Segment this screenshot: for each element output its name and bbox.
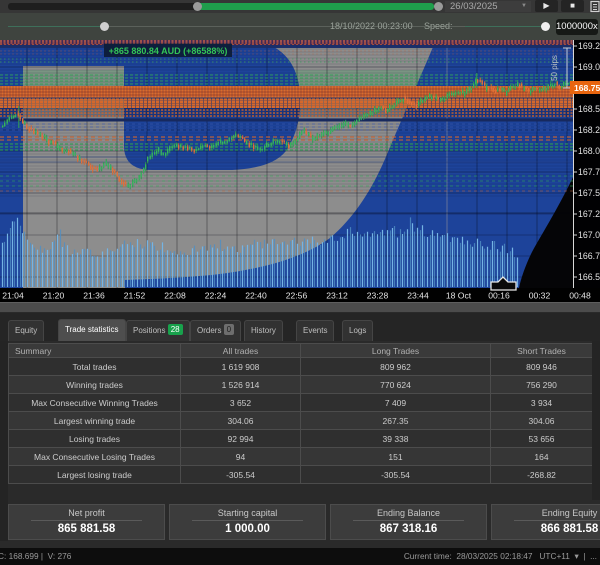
svg-text:00:32: 00:32 [529, 291, 551, 301]
svg-text:166.75: 166.75 [578, 251, 600, 261]
svg-text:167.25: 167.25 [578, 209, 600, 219]
svg-text:23:44: 23:44 [407, 291, 429, 301]
svg-text:21:04: 21:04 [2, 291, 24, 301]
svg-text:23:12: 23:12 [326, 291, 348, 301]
svg-text:166.50: 166.50 [578, 272, 600, 282]
svg-text:50 pips: 50 pips [550, 55, 559, 81]
svg-text:00:48: 00:48 [569, 291, 591, 301]
svg-text:21:36: 21:36 [83, 291, 105, 301]
svg-text:22:08: 22:08 [164, 291, 186, 301]
svg-text:21:20: 21:20 [43, 291, 65, 301]
svg-text:22:24: 22:24 [205, 291, 227, 301]
svg-text:167.00: 167.00 [578, 230, 600, 240]
svg-text:+865 880.84 AUD (+86588%): +865 880.84 AUD (+86588%) [109, 46, 228, 56]
svg-text:168.75: 168.75 [574, 83, 600, 93]
svg-text:167.50: 167.50 [578, 188, 600, 198]
svg-text:168.25: 168.25 [578, 125, 600, 135]
svg-text:168.50: 168.50 [578, 104, 600, 114]
svg-text:169.00: 169.00 [578, 62, 600, 72]
svg-text:22:56: 22:56 [286, 291, 308, 301]
svg-text:168.00: 168.00 [578, 146, 600, 156]
svg-text:169.25: 169.25 [578, 41, 600, 51]
svg-text:22:40: 22:40 [245, 291, 267, 301]
svg-text:167.75: 167.75 [578, 167, 600, 177]
svg-text:18 Oct: 18 Oct [446, 291, 472, 301]
svg-text:21:52: 21:52 [124, 291, 146, 301]
svg-text:00:16: 00:16 [488, 291, 510, 301]
svg-text:23:28: 23:28 [367, 291, 389, 301]
